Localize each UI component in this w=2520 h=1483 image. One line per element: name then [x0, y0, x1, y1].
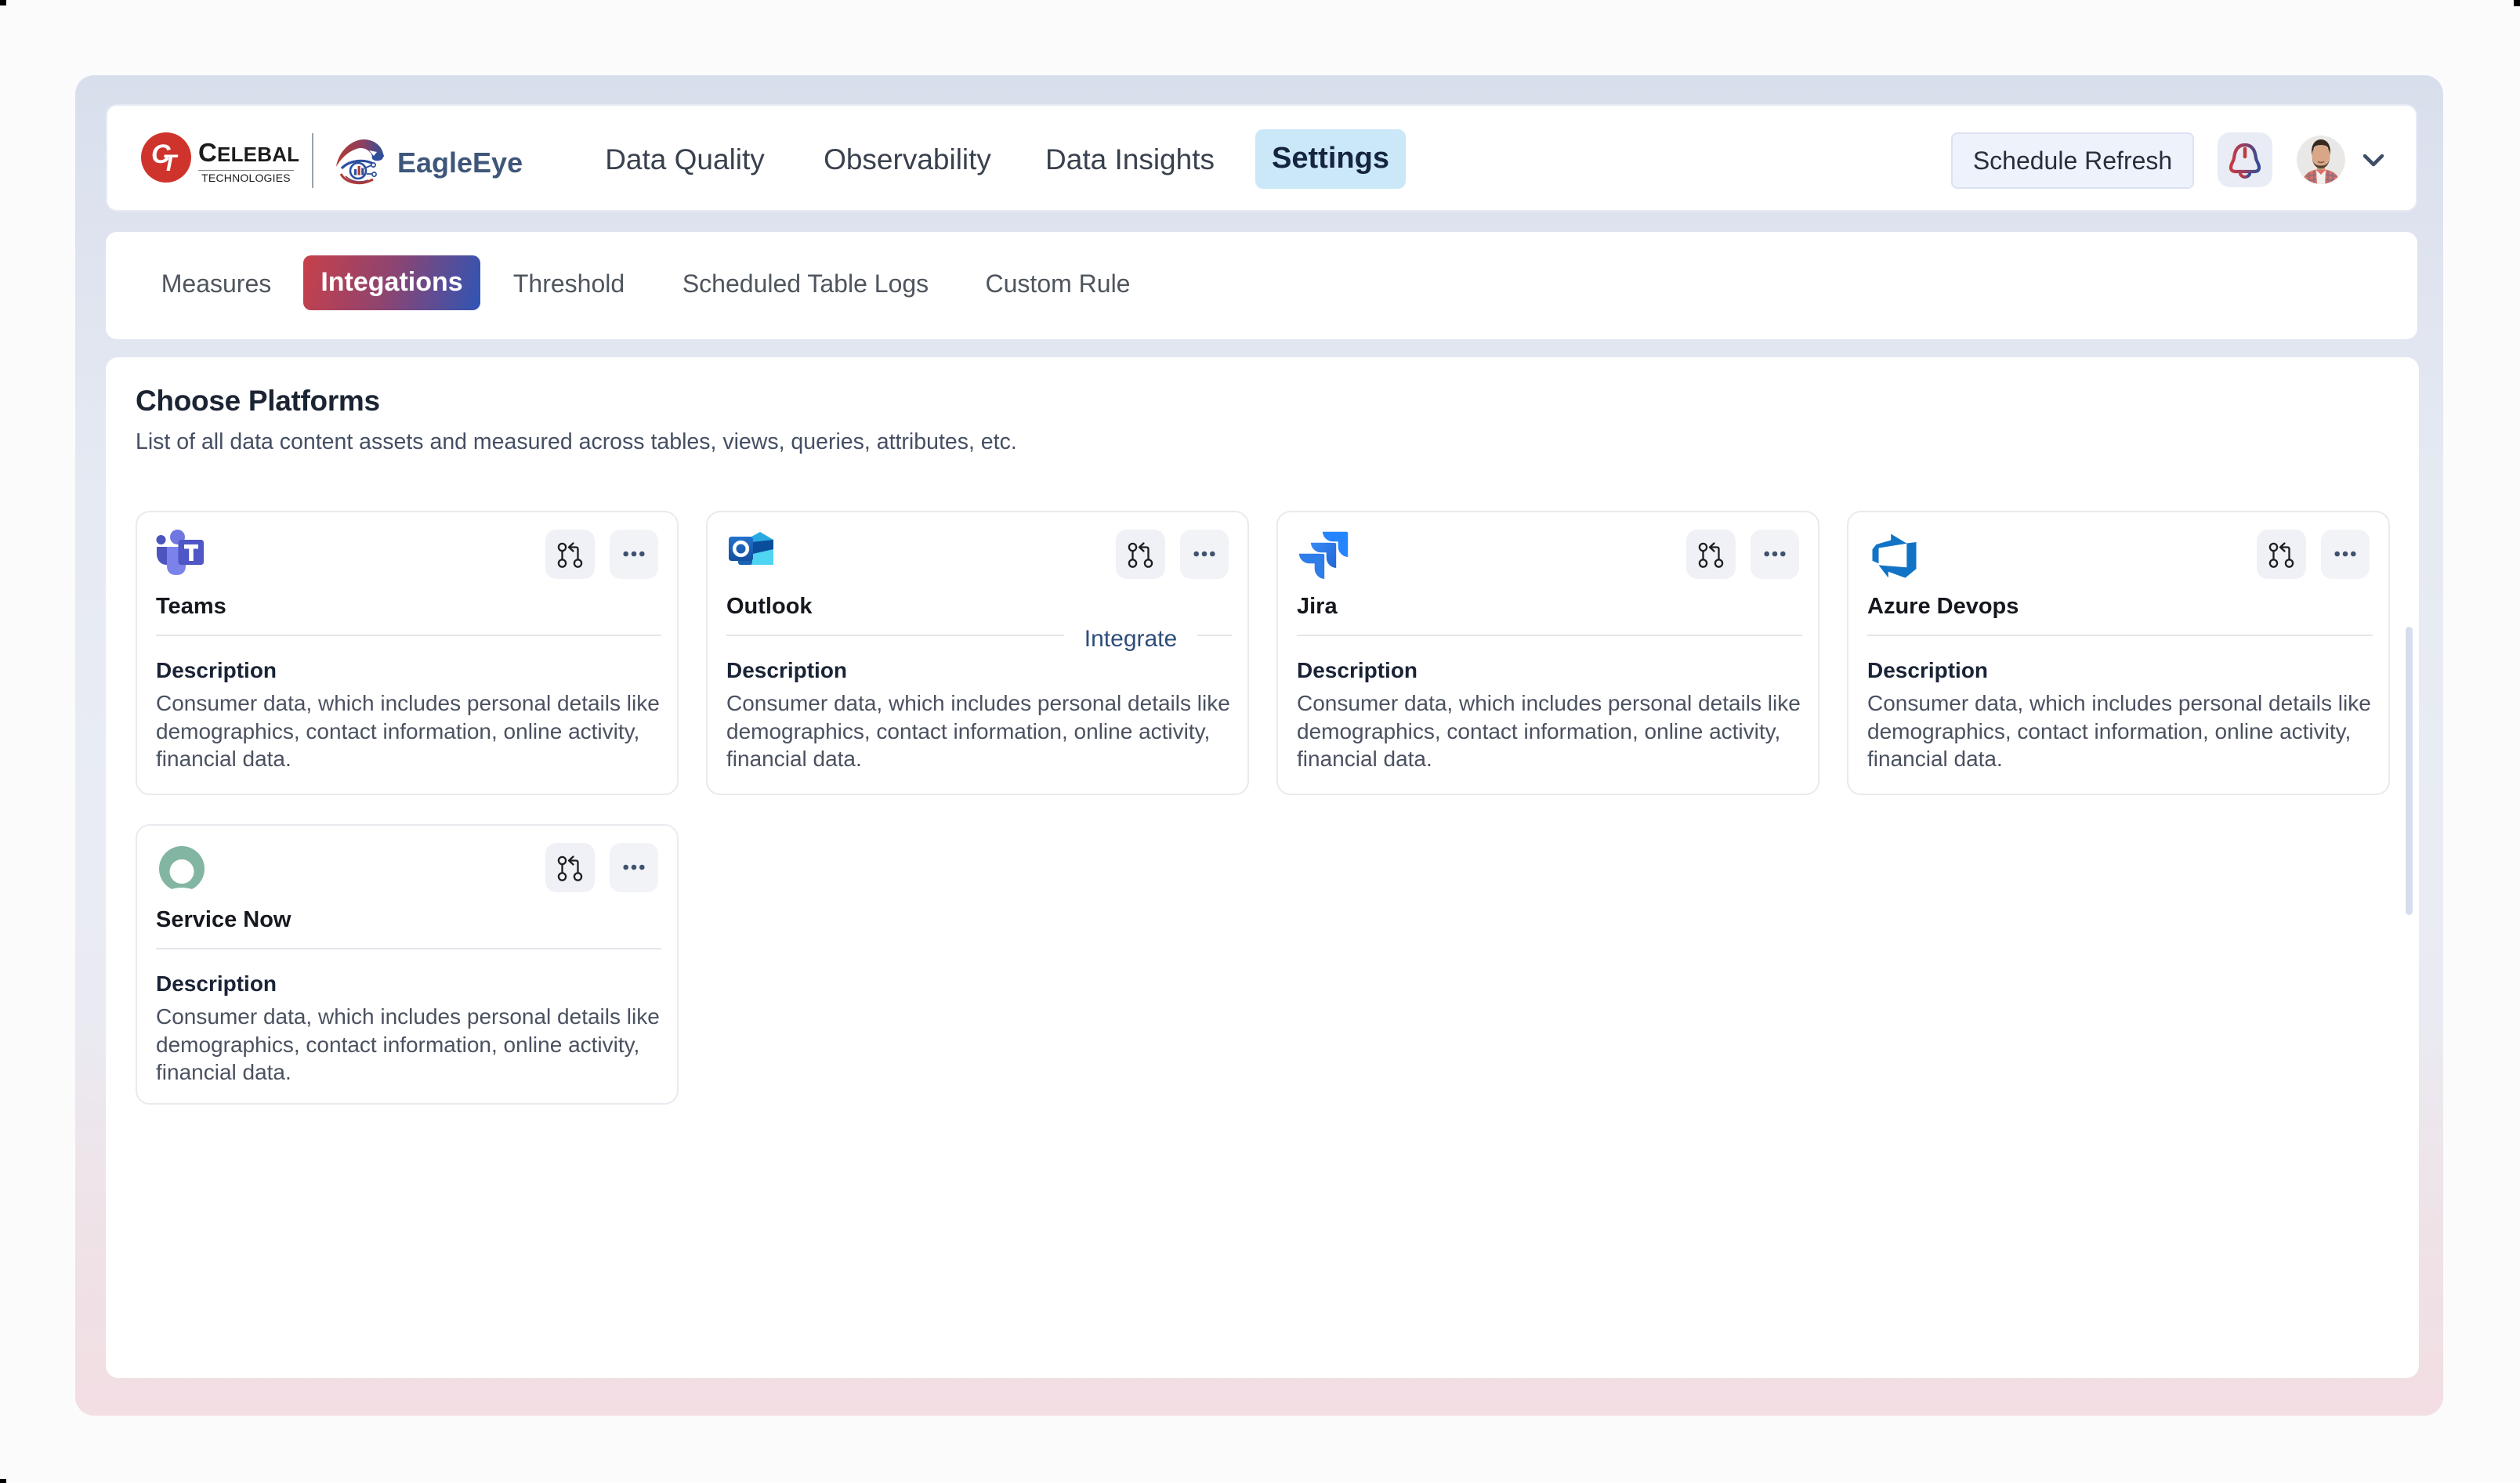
svg-text:T: T [162, 150, 179, 176]
